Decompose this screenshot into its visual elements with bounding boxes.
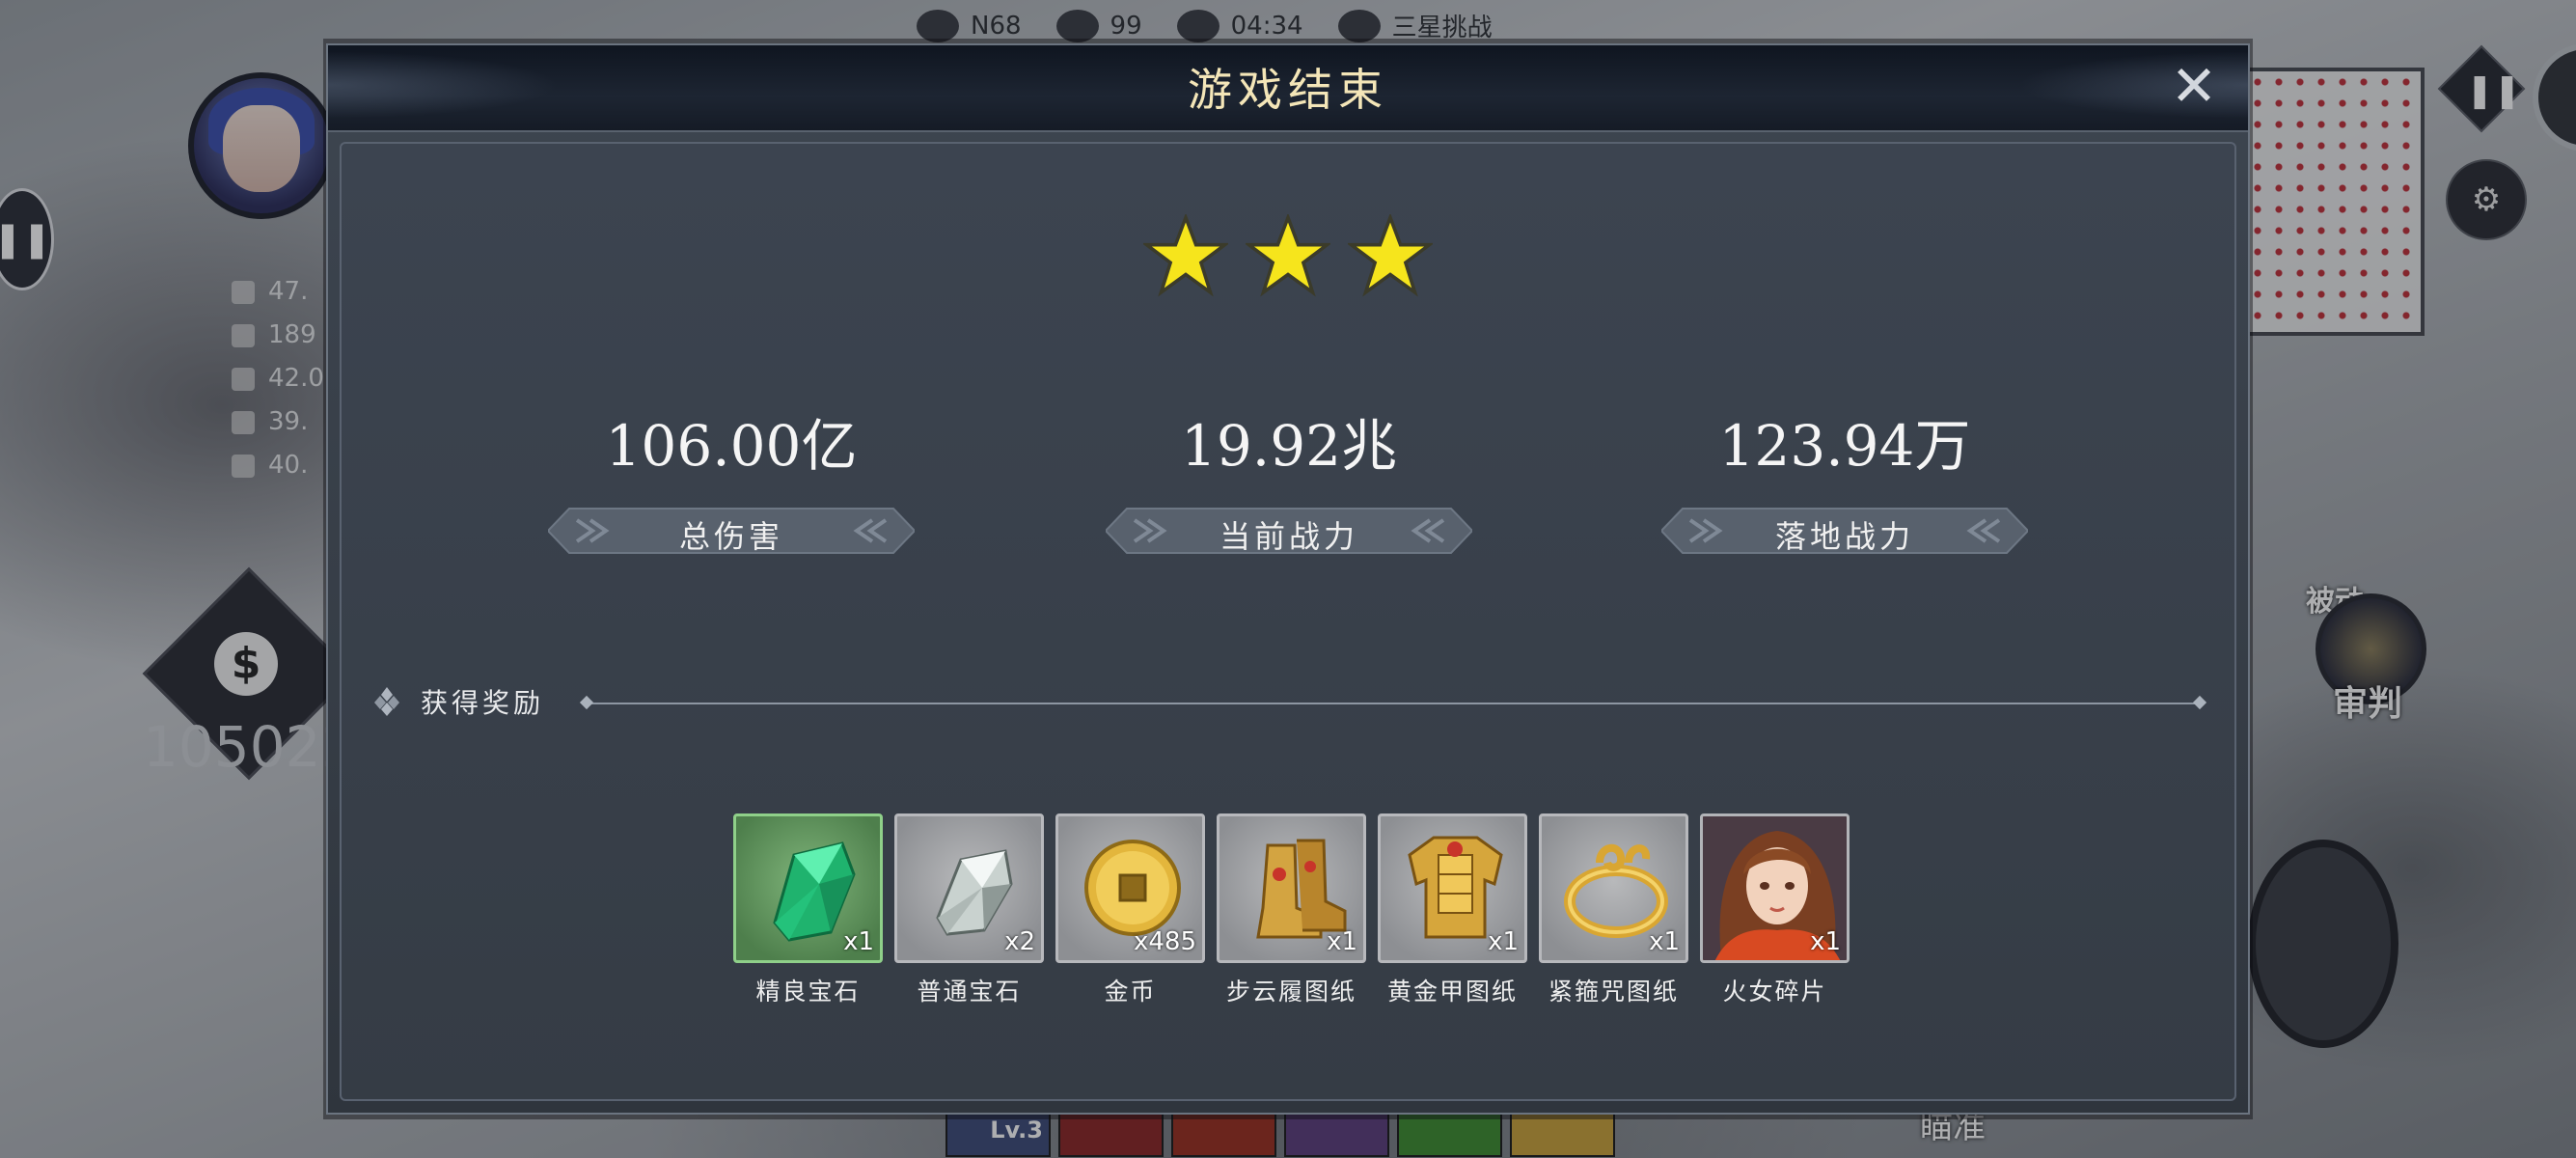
- reward-slot[interactable]: x1: [1378, 813, 1527, 963]
- dialog-title-bar: 游戏结束 ✕: [328, 45, 2248, 132]
- reward-item[interactable]: x2 普通宝石: [894, 813, 1044, 1007]
- metric-plate: 落地战力: [1659, 507, 2030, 555]
- star-icon: [1246, 214, 1330, 297]
- metric-label: 落地战力: [1774, 518, 1914, 555]
- reward-item[interactable]: x1 火女碎片: [1700, 813, 1850, 1007]
- item-count: x1: [843, 927, 874, 956]
- reward-slot[interactable]: x485: [1055, 813, 1205, 963]
- reward-slot[interactable]: x1: [1700, 813, 1850, 963]
- item-name: 普通宝石: [917, 978, 1022, 1006]
- rewards-header: 获得奖励: [374, 682, 544, 721]
- star-icon: [1143, 214, 1228, 297]
- reward-slot[interactable]: x2: [894, 813, 1044, 963]
- metric-plate: 当前战力: [1104, 507, 1474, 555]
- item-count: x1: [1488, 927, 1519, 956]
- item-name: 精良宝石: [755, 978, 861, 1006]
- reward-item[interactable]: x485 金币: [1055, 813, 1205, 1007]
- item-count: x1: [1327, 927, 1357, 956]
- metric-label: 总伤害: [678, 518, 783, 555]
- item-count: x485: [1133, 927, 1196, 956]
- item-name: 紧箍咒图纸: [1548, 978, 1679, 1006]
- reward-item[interactable]: x1 精良宝石: [733, 813, 883, 1007]
- reward-item[interactable]: x1 步云履图纸: [1217, 813, 1366, 1007]
- item-name: 步云履图纸: [1225, 978, 1357, 1006]
- reward-item[interactable]: x1 黄金甲图纸: [1378, 813, 1527, 1007]
- reward-slot[interactable]: x1: [733, 813, 883, 963]
- item-name: 火女碎片: [1722, 978, 1827, 1006]
- game-over-dialog: 游戏结束 ✕ 106.00亿 总伤害 19.92兆 当前战力 123.94万 落…: [326, 43, 2250, 1115]
- metric-landing-power: 123.94万 落地战力: [1657, 400, 2033, 555]
- item-count: x1: [1649, 927, 1680, 956]
- metric-value: 106.00亿: [605, 413, 858, 479]
- rewards-title: 获得奖励: [421, 687, 545, 719]
- reward-item[interactable]: x1 紧箍咒图纸: [1539, 813, 1688, 1007]
- star-rating: [328, 214, 2248, 299]
- metric-value: 123.94万: [1718, 413, 1971, 479]
- metric-current-power: 19.92兆 当前战力: [1101, 400, 1477, 555]
- metric-value: 19.92兆: [1180, 413, 1398, 479]
- star-icon: [1348, 214, 1433, 297]
- rewards-divider: [587, 703, 2200, 704]
- item-name: 金币: [1104, 978, 1157, 1006]
- item-count: x2: [1004, 927, 1035, 956]
- reward-slot[interactable]: x1: [1539, 813, 1688, 963]
- item-name: 黄金甲图纸: [1386, 978, 1518, 1006]
- close-button[interactable]: ✕: [2167, 58, 2221, 114]
- metric-total-damage: 106.00亿 总伤害: [543, 400, 919, 555]
- metric-plate: 总伤害: [546, 507, 917, 555]
- reward-list: x1 精良宝石 x2 普通宝石 x485 金币 x1 步云履图纸 x1 黄金甲图…: [733, 813, 1850, 1007]
- reward-slot[interactable]: x1: [1217, 813, 1366, 963]
- item-count: x1: [1810, 927, 1841, 956]
- diamond-ornament-icon: [374, 687, 399, 716]
- dialog-title: 游戏结束: [1188, 64, 1388, 116]
- metric-label: 当前战力: [1219, 518, 1358, 555]
